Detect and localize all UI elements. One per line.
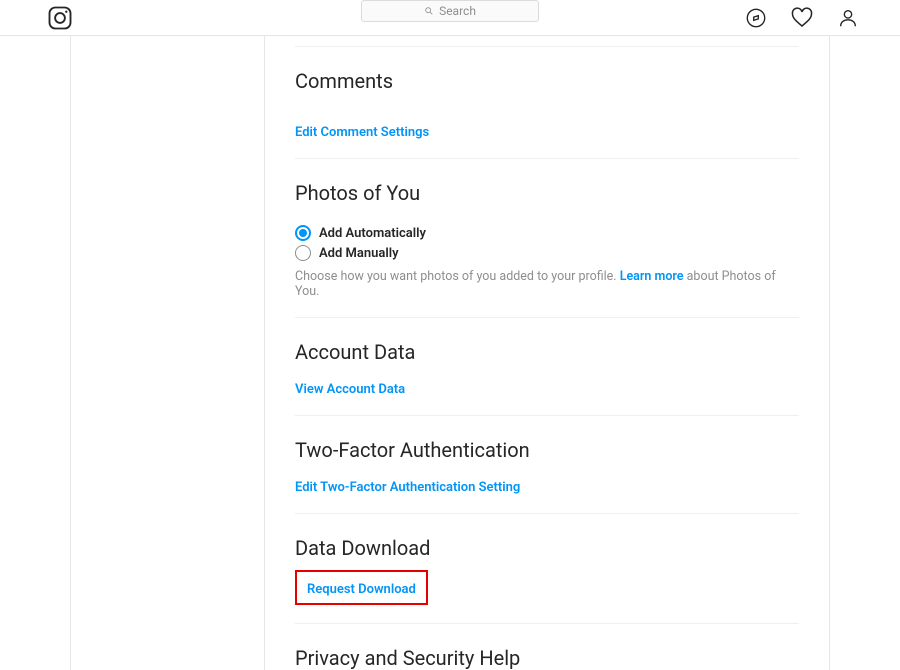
section-photos-of-you: Photos of You Add Automatically Add Manu… — [295, 159, 799, 318]
radio-add-automatically[interactable]: Add Automatically — [295, 225, 799, 241]
nav-icons — [744, 6, 860, 30]
learn-more-link[interactable]: Learn more — [620, 269, 684, 284]
section-title: Account Data — [295, 340, 799, 364]
section-data-download: Data Download Request Download — [295, 514, 799, 624]
activity-heart-icon[interactable] — [790, 6, 814, 30]
radio-add-manually[interactable]: Add Manually — [295, 245, 799, 261]
radio-label: Add Manually — [319, 246, 399, 261]
section-title: Privacy and Security Help — [295, 646, 799, 670]
instagram-logo-icon[interactable] — [46, 4, 74, 32]
settings-sidebar — [71, 36, 265, 670]
search-placeholder: Search — [439, 4, 476, 18]
top-bar: Search — [0, 0, 900, 36]
section-title: Comments — [295, 69, 799, 93]
section-title: Photos of You — [295, 181, 799, 205]
view-account-data-link[interactable]: View Account Data — [295, 382, 405, 397]
top-divider — [295, 36, 799, 47]
settings-main: Comments Edit Comment Settings Photos of… — [265, 36, 829, 670]
settings-frame: Comments Edit Comment Settings Photos of… — [70, 36, 830, 670]
search-input[interactable]: Search — [361, 0, 539, 22]
section-title: Data Download — [295, 536, 799, 560]
explore-icon[interactable] — [744, 6, 768, 30]
edit-comment-settings-link[interactable]: Edit Comment Settings — [295, 125, 429, 140]
page-body: Comments Edit Comment Settings Photos of… — [0, 36, 900, 670]
section-title: Two-Factor Authentication — [295, 438, 799, 462]
edit-two-factor-link[interactable]: Edit Two-Factor Authentication Setting — [295, 480, 520, 495]
profile-icon[interactable] — [836, 6, 860, 30]
radio-label: Add Automatically — [319, 226, 426, 241]
section-account-data: Account Data View Account Data — [295, 318, 799, 416]
section-two-factor: Two-Factor Authentication Edit Two-Facto… — [295, 416, 799, 514]
section-privacy-help: Privacy and Security Help — [295, 624, 799, 670]
photos-helper-text: Choose how you want photos of you added … — [295, 269, 799, 299]
radio-icon — [295, 245, 311, 261]
section-comments: Comments Edit Comment Settings — [295, 47, 799, 159]
request-download-link[interactable]: Request Download — [307, 582, 416, 597]
radio-icon — [295, 225, 311, 241]
